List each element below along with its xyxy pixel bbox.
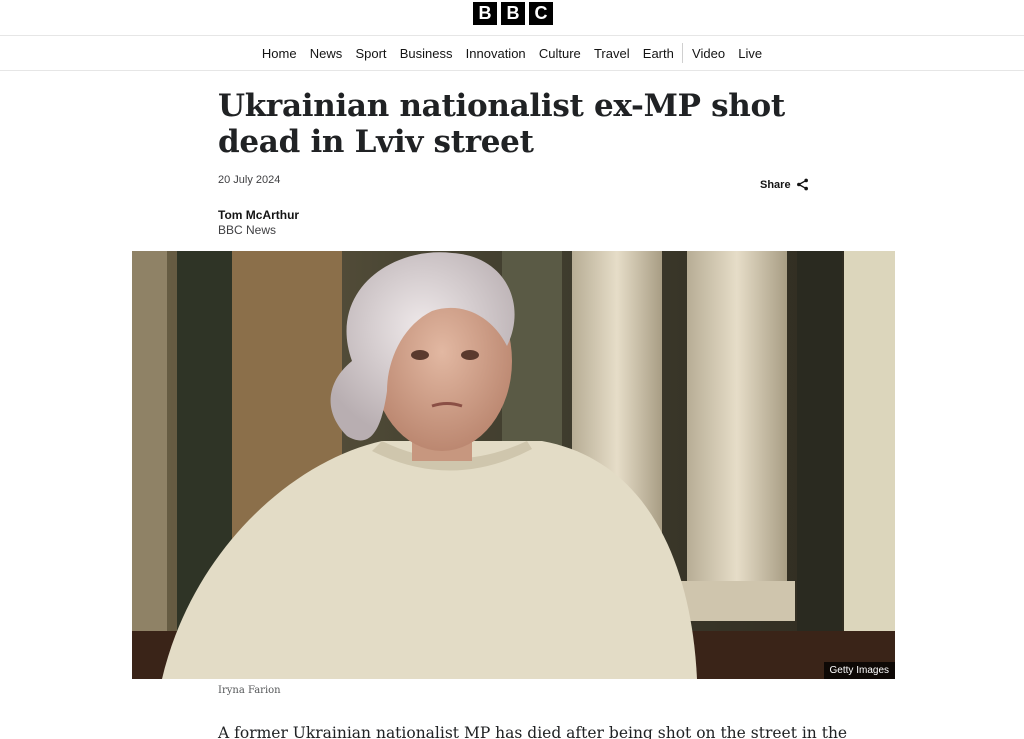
- nav-item-video[interactable]: Video: [685, 36, 731, 71]
- main-nav: Home News Sport Business Innovation Cult…: [0, 36, 1024, 71]
- nav-item-earth[interactable]: Earth: [636, 36, 680, 71]
- logo-letter: C: [529, 2, 553, 25]
- article-headline: Ukrainian nationalist ex-MP shot dead in…: [218, 88, 785, 160]
- nav-divider: [682, 43, 684, 63]
- nav-item-home[interactable]: Home: [255, 36, 303, 71]
- author-organisation: BBC News: [218, 223, 277, 237]
- article-lede: A former Ukrainian nationalist MP has di…: [218, 724, 848, 739]
- author-name[interactable]: Tom McArthur: [218, 208, 299, 222]
- logo-letter: B: [501, 2, 525, 25]
- article-date: 20 July 2024: [218, 174, 281, 186]
- bbc-logo[interactable]: B B C: [473, 2, 553, 25]
- nav-item-travel[interactable]: Travel: [587, 36, 636, 71]
- image-credit: Getty Images: [823, 662, 895, 679]
- nav-item-innovation[interactable]: Innovation: [459, 36, 532, 71]
- share-icon: [796, 178, 808, 191]
- nav-item-news[interactable]: News: [303, 36, 349, 71]
- share-button[interactable]: Share: [760, 178, 809, 191]
- hero-image: Getty Images: [132, 251, 895, 679]
- nav-item-sport[interactable]: Sport: [349, 36, 393, 71]
- hero-photo-illustration: [132, 251, 895, 679]
- share-label: Share: [760, 178, 791, 191]
- top-bar: B B C: [0, 0, 1024, 36]
- nav-item-business[interactable]: Business: [393, 36, 459, 71]
- nav-item-culture[interactable]: Culture: [532, 36, 587, 71]
- image-caption: Iryna Farion: [218, 685, 281, 696]
- logo-letter: B: [473, 2, 497, 25]
- nav-item-live[interactable]: Live: [732, 36, 769, 71]
